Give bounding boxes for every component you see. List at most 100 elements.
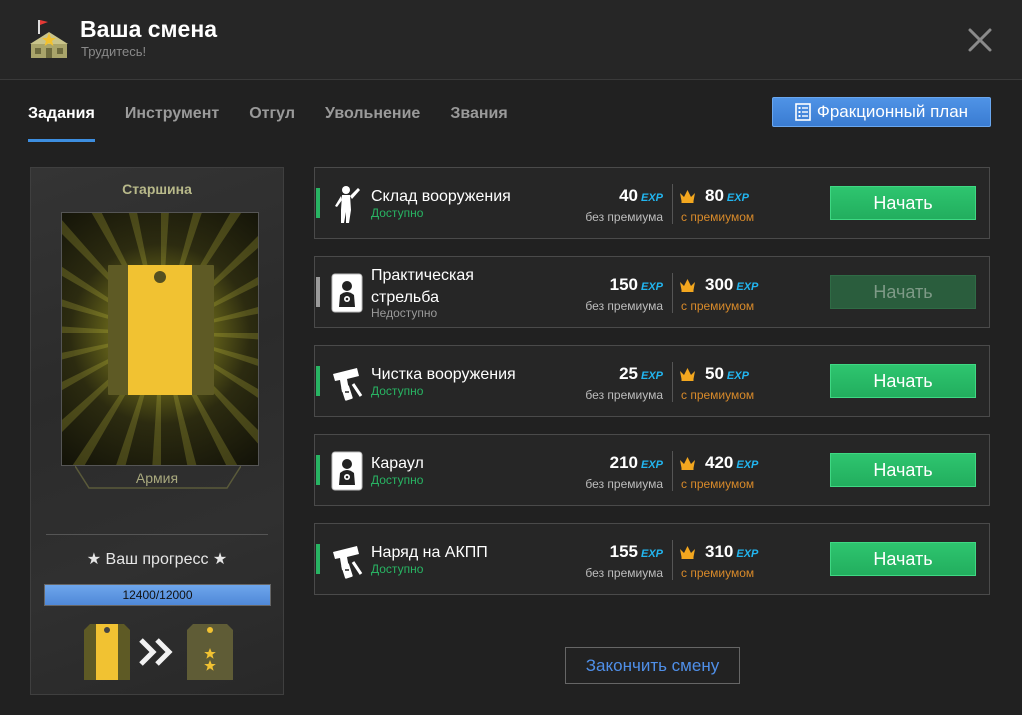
shooting-target-icon — [331, 273, 363, 313]
faction-plan-button[interactable]: Фракционный план — [772, 97, 991, 127]
tab-tools[interactable]: Инструмент — [125, 96, 219, 142]
exp-base: 25 EXP — [619, 364, 663, 384]
crown-icon — [680, 457, 695, 470]
exp-premium-value: 310 — [705, 542, 734, 561]
exp-base-value: 210 — [609, 453, 638, 472]
exp-base-value: 155 — [609, 542, 638, 561]
progress-text: 12400/12000 — [122, 588, 193, 602]
rank-strap-two-stars-icon — [187, 624, 233, 680]
exp-premium-value: 300 — [705, 275, 734, 294]
exp-tag: EXP — [736, 548, 759, 560]
exp-divider — [672, 362, 673, 402]
exp-tag: EXP — [640, 281, 663, 293]
exp-base-label: без премиума — [585, 299, 663, 313]
task-status: Доступно — [371, 206, 424, 220]
faction-plan-label: Фракционный план — [816, 102, 969, 121]
exp-premium-value: 50 — [705, 364, 724, 383]
exp-base-label: без премиума — [585, 477, 663, 491]
exp-tag: EXP — [736, 459, 759, 471]
tab-ranks[interactable]: Звания — [450, 96, 507, 142]
exp-divider — [672, 273, 673, 313]
shooting-target-icon — [331, 451, 363, 491]
exp-base-value: 150 — [609, 275, 638, 294]
crown-icon — [680, 279, 695, 292]
exp-premium-value: 420 — [705, 453, 734, 472]
window-title: Ваша смена — [80, 16, 218, 42]
exp-tag: EXP — [736, 281, 759, 293]
rank-panel: Старшина Армия ★ Ваш прогресс ★ 12400/12… — [30, 167, 284, 695]
start-task-button[interactable]: Начать — [830, 186, 976, 220]
exp-tag: EXP — [640, 370, 663, 382]
pistol-cleaning-icon — [331, 540, 363, 580]
exp-divider — [672, 540, 673, 580]
checklist-icon — [795, 103, 811, 121]
exp-base: 155 EXP — [610, 542, 663, 562]
exp-premium: 300 EXP — [705, 275, 758, 295]
task-status: Доступно — [371, 473, 424, 487]
rank-emblem-frame — [61, 212, 259, 466]
task-status-marker — [316, 277, 320, 307]
task-status-marker — [316, 544, 320, 574]
rank-branch: Армия — [135, 470, 179, 486]
start-task-button[interactable]: Начать — [830, 364, 976, 398]
task-card: Склад вооружения Доступно 40 EXP без прем… — [314, 167, 990, 239]
exp-base: 40 EXP — [619, 186, 663, 206]
rank-name: Старшина — [122, 181, 192, 197]
exp-tag: EXP — [726, 370, 749, 382]
start-task-button[interactable]: Начать — [830, 542, 976, 576]
exp-premium-label: с премиумом — [681, 210, 755, 224]
divider — [46, 534, 268, 535]
exp-premium: 80 EXP — [705, 186, 749, 206]
exp-divider — [672, 451, 673, 491]
task-status: Доступно — [371, 384, 424, 398]
pistol-cleaning-icon — [331, 362, 363, 402]
task-name: Караул — [371, 455, 424, 472]
tab-dismissal[interactable]: Увольнение — [325, 96, 420, 142]
exp-base-label: без премиума — [585, 566, 663, 580]
task-card: Практическая стрельба Недоступно 150 EXP … — [314, 256, 990, 328]
task-status: Доступно — [371, 562, 424, 576]
exp-premium: 420 EXP — [705, 453, 758, 473]
exp-base-label: без премиума — [585, 210, 663, 224]
tab-bar: Задания Инструмент Отгул Увольнение Зван… — [28, 96, 538, 142]
tab-day-off[interactable]: Отгул — [249, 96, 295, 142]
exp-premium-label: с премиумом — [681, 388, 755, 402]
exp-base-label: без премиума — [585, 388, 663, 402]
exp-tag: EXP — [640, 548, 663, 560]
task-status-marker — [316, 366, 320, 396]
task-card: Наряд на АКПП Доступно 155 EXP без премиу… — [314, 523, 990, 595]
close-icon[interactable] — [962, 22, 998, 58]
task-name: Наряд на АКПП — [371, 544, 488, 561]
start-task-button[interactable]: Начать — [830, 453, 976, 487]
double-chevron-right-icon — [139, 638, 173, 666]
task-name: Склад вооружения — [371, 188, 511, 205]
soldier-salute-icon — [331, 184, 363, 224]
window-subtitle: Трудитесь! — [81, 44, 147, 59]
barracks-icon — [30, 20, 68, 58]
progress-title: ★ Ваш прогресс ★ — [86, 551, 228, 568]
tab-tasks[interactable]: Задания — [28, 96, 95, 142]
exp-base-value: 40 — [619, 186, 638, 205]
exp-base: 210 EXP — [610, 453, 663, 473]
exp-tag: EXP — [640, 192, 663, 204]
rank-rays-decoration — [62, 213, 258, 465]
exp-base-value: 25 — [619, 364, 638, 383]
finish-shift-button[interactable]: Закончить смену — [565, 647, 740, 684]
task-name: Чистка вооружения — [371, 366, 516, 383]
start-task-button[interactable]: Начать — [830, 275, 976, 309]
exp-premium-label: с премиумом — [681, 477, 755, 491]
exp-tag: EXP — [640, 459, 663, 471]
task-status-marker — [316, 188, 320, 218]
task-card: Караул Доступно 210 EXP без премиума 420 E… — [314, 434, 990, 506]
task-status: Недоступно — [371, 306, 438, 320]
exp-premium-value: 80 — [705, 186, 724, 205]
rank-progress-bar: 12400/12000 — [44, 584, 271, 606]
exp-tag: EXP — [726, 192, 749, 204]
rank-strap-yellow-icon — [84, 624, 130, 680]
task-name: Практическая стрельба — [371, 267, 474, 306]
task-card: Чистка вооружения Доступно 25 EXP без пре… — [314, 345, 990, 417]
exp-premium-label: с премиумом — [681, 299, 755, 313]
exp-premium: 310 EXP — [705, 542, 758, 562]
crown-icon — [680, 190, 695, 203]
crown-icon — [680, 368, 695, 381]
